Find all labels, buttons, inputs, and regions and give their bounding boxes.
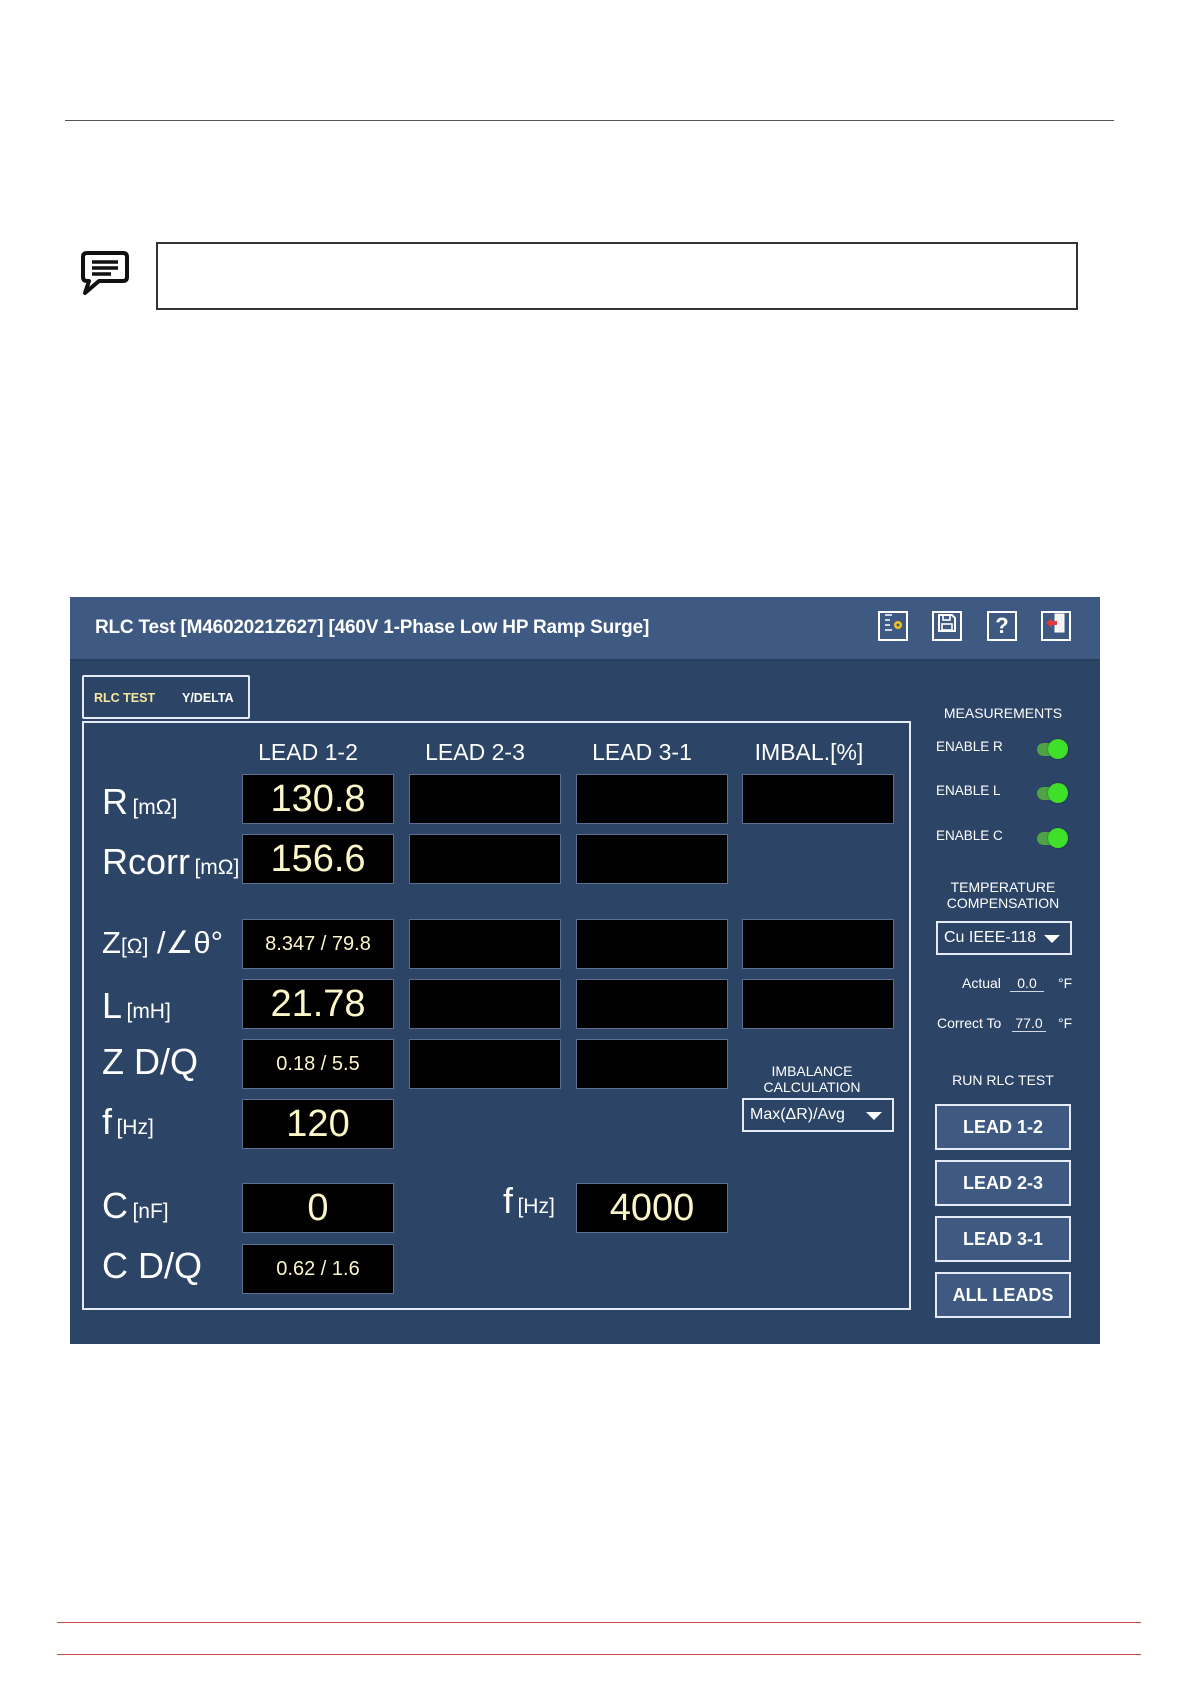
footer-rule-bottom	[57, 1654, 1141, 1655]
row-label-r: R [mΩ]	[102, 781, 178, 822]
run-lead-3-1-button[interactable]: LEAD 3-1	[935, 1216, 1071, 1262]
exit-door-icon	[1044, 611, 1068, 641]
floppy-disk-icon	[936, 612, 958, 640]
exit-button[interactable]	[1041, 611, 1071, 641]
run-lead-1-2-button[interactable]: LEAD 1-2	[935, 1104, 1071, 1150]
run-all-leads-button[interactable]: ALL LEADS	[935, 1272, 1071, 1318]
chevron-down-icon	[1044, 935, 1060, 943]
enable-r-label: ENABLE R	[936, 739, 1003, 754]
enable-l-label: ENABLE L	[936, 783, 1001, 798]
column-header-lead-1-2: LEAD 1-2	[258, 739, 358, 765]
value-rcorr-lead-3-1	[576, 834, 728, 884]
correct-to-temperature-input[interactable]: 77.0	[1012, 1015, 1046, 1032]
actual-temperature-unit: °F	[1058, 975, 1073, 991]
enable-c-label: ENABLE C	[936, 828, 1003, 843]
temperature-compensation-heading: TEMPERATURE COMPENSATION	[946, 879, 1060, 911]
value-zdq-lead-1-2: 0.18 / 5.5	[242, 1039, 394, 1089]
tab-bar: RLC TEST Y/DELTA	[82, 675, 250, 719]
value-rcorr-lead-2-3	[409, 834, 561, 884]
value-cdq-lead-1-2: 0.62 / 1.6	[242, 1244, 394, 1294]
column-header-imbalance: IMBAL.[%]	[754, 739, 864, 765]
note-icon	[79, 249, 131, 297]
temperature-compensation-select[interactable]: Cu IEEE-118	[936, 921, 1072, 955]
row-label-z-dq: Z D/Q	[102, 1041, 198, 1082]
value-l-lead-1-2: 21.78	[242, 979, 394, 1029]
value-c-frequency: 4000	[576, 1183, 728, 1233]
row-label-l: L [mH]	[102, 985, 171, 1026]
chevron-down-icon	[866, 1112, 882, 1120]
column-header-lead-2-3: LEAD 2-3	[425, 739, 525, 765]
actual-temperature-input[interactable]: 0.0	[1010, 975, 1044, 992]
run-lead-2-3-button[interactable]: LEAD 2-3	[935, 1160, 1071, 1206]
temperature-compensation-value: Cu IEEE-118	[944, 929, 1037, 946]
value-f-lead-1-2: 120	[242, 1099, 394, 1149]
run-rlc-test-heading: RUN RLC TEST	[952, 1072, 1054, 1088]
row-label-c: C [nF]	[102, 1185, 169, 1226]
gear-icon	[880, 610, 906, 642]
imbalance-calculation-label: IMBALANCE CALCULATION	[763, 1063, 861, 1095]
value-l-imbalance	[742, 979, 894, 1029]
help-icon: ?	[995, 613, 1009, 638]
imbalance-calculation-select[interactable]: Max(ΔR)/Avg	[742, 1098, 894, 1132]
footer-rule-top	[57, 1622, 1141, 1623]
value-r-lead-1-2: 130.8	[242, 774, 394, 824]
rlc-test-window: RLC Test [M4602021Z627] [460V 1-Phase Lo…	[70, 597, 1100, 1344]
value-c-lead-1-2: 0	[242, 1183, 394, 1233]
row-label-f: f [Hz]	[102, 1101, 154, 1142]
value-r-imbalance	[742, 774, 894, 824]
settings-button[interactable]	[878, 611, 908, 641]
value-zdq-lead-3-1	[576, 1039, 728, 1089]
value-r-lead-3-1	[576, 774, 728, 824]
column-header-lead-3-1: LEAD 3-1	[592, 739, 692, 765]
row-label-rcorr: Rcorr [mΩ]	[102, 841, 240, 882]
value-z-lead-3-1	[576, 919, 728, 969]
value-r-lead-2-3	[409, 774, 561, 824]
value-l-lead-3-1	[576, 979, 728, 1029]
toggle-knob	[1048, 739, 1068, 759]
window-title: RLC Test [M4602021Z627] [460V 1-Phase Lo…	[95, 617, 650, 638]
value-z-lead-1-2: 8.347 / 79.8	[242, 919, 394, 969]
help-button[interactable]: ?	[987, 611, 1017, 641]
tab-y-delta[interactable]: Y/DELTA	[182, 691, 234, 705]
value-rcorr-lead-1-2: 156.6	[242, 834, 394, 884]
title-bar: RLC Test [M4602021Z627] [460V 1-Phase Lo…	[70, 597, 1100, 661]
save-button[interactable]	[932, 611, 962, 641]
toggle-knob	[1048, 828, 1068, 848]
value-zdq-lead-2-3	[409, 1039, 561, 1089]
actual-temperature-label: Actual	[962, 975, 1001, 991]
row-label-z: Z[Ω] /∠θ°	[102, 925, 223, 960]
note-box	[156, 242, 1078, 310]
value-z-imbalance	[742, 919, 894, 969]
row-label-c-frequency: f [Hz]	[503, 1180, 555, 1221]
measurement-panel: LEAD 1-2 LEAD 2-3 LEAD 3-1 IMBAL.[%] R […	[82, 721, 911, 1310]
correct-to-temperature-unit: °F	[1058, 1015, 1073, 1031]
page-top-rule	[65, 120, 1114, 121]
measurements-heading: MEASUREMENTS	[943, 705, 1063, 721]
imbalance-calculation-value: Max(ΔR)/Avg	[750, 1106, 845, 1123]
value-l-lead-2-3	[409, 979, 561, 1029]
toggle-knob	[1048, 783, 1068, 803]
value-z-lead-2-3	[409, 919, 561, 969]
tab-rlc-test[interactable]: RLC TEST	[94, 691, 155, 705]
row-label-c-dq: C D/Q	[102, 1245, 203, 1286]
correct-to-temperature-label: Correct To	[937, 1015, 1002, 1031]
